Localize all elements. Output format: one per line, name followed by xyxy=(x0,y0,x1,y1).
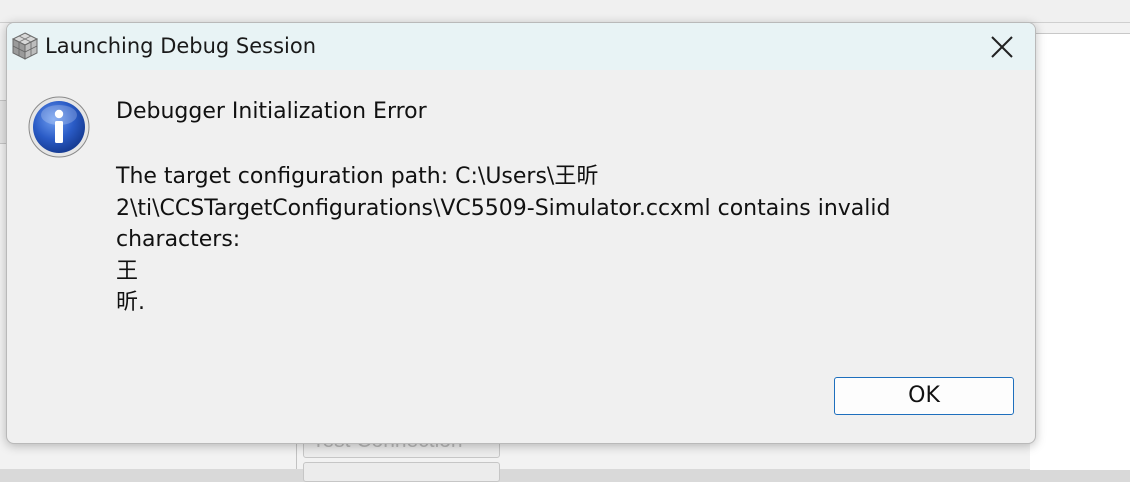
ok-button[interactable]: OK xyxy=(834,377,1014,415)
message-title: Debugger Initialization Error xyxy=(116,99,427,124)
message-line: The target configuration path: C:\Users\… xyxy=(116,164,599,189)
message-line: 王 xyxy=(116,258,139,284)
dialog-title: Launching Debug Session xyxy=(45,34,317,58)
close-icon xyxy=(991,35,1013,58)
ccs-cube-icon xyxy=(11,32,39,60)
message-line: characters: xyxy=(116,227,241,252)
info-icon xyxy=(28,96,90,158)
background-button xyxy=(303,462,500,482)
message-line: 昕. xyxy=(116,290,145,315)
background-editor-area xyxy=(1030,33,1130,470)
message-body: The target configuration path: C:\Users\… xyxy=(116,161,996,319)
close-button[interactable] xyxy=(969,23,1035,70)
background-toolbar xyxy=(0,0,1130,23)
message-line: 2\ti\CCSTargetConfigurations\VC5509-Simu… xyxy=(116,195,891,221)
debug-session-dialog: Launching Debug Session Debugger Initial… xyxy=(6,22,1036,444)
dialog-titlebar[interactable]: Launching Debug Session xyxy=(7,23,1035,70)
